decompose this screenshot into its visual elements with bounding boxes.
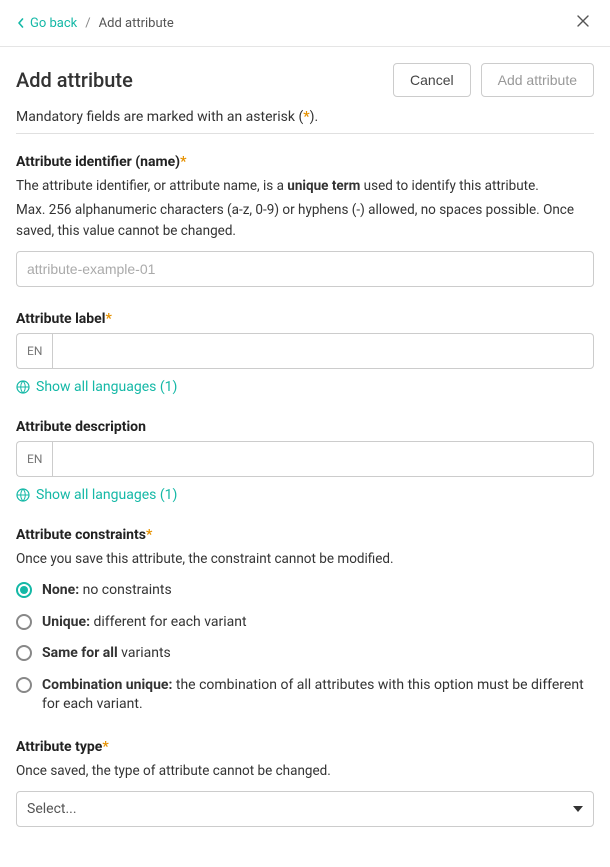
chevron-left-icon (16, 18, 26, 28)
asterisk-icon: * (146, 527, 152, 543)
mandatory-prefix: Mandatory fields are marked with an aste… (16, 109, 303, 125)
asterisk-icon: * (180, 154, 186, 170)
identifier-desc-suffix: used to identify this attribute. (360, 178, 539, 194)
close-icon (576, 14, 590, 28)
type-select[interactable]: Select... (16, 791, 594, 827)
mandatory-suffix: ). (310, 109, 319, 125)
label-show-all-text: Show all languages (1) (36, 379, 177, 395)
radio-label: Same for all variants (42, 644, 171, 664)
type-desc: Once saved, the type of attribute cannot… (16, 761, 594, 781)
identifier-desc: The attribute identifier, or attribute n… (16, 176, 594, 196)
type-section: Attribute type* Once saved, the type of … (16, 739, 594, 827)
button-row: Cancel Add attribute (393, 63, 594, 97)
constraints-label-text: Attribute constraints (16, 527, 146, 543)
description-show-all-languages[interactable]: Show all languages (1) (16, 487, 594, 503)
label-lang-badge: EN (16, 333, 52, 369)
content: Add attribute Cancel Add attribute Manda… (0, 47, 610, 867)
asterisk-icon: * (102, 739, 108, 755)
page-title: Add attribute (16, 68, 133, 92)
constraint-option-0[interactable]: None: no constraints (16, 581, 594, 601)
asterisk-icon: * (105, 311, 111, 327)
add-attribute-button[interactable]: Add attribute (481, 63, 594, 97)
label-section: Attribute label* EN Show all languages (… (16, 311, 594, 395)
description-lang-badge: EN (16, 441, 52, 477)
description-show-all-text: Show all languages (1) (36, 487, 177, 503)
identifier-input[interactable] (16, 251, 594, 287)
constraint-option-1[interactable]: Unique: different for each variant (16, 613, 594, 633)
identifier-desc2: Max. 256 alphanumeric characters (a-z, 0… (16, 200, 594, 241)
type-label: Attribute type* (16, 739, 594, 755)
breadcrumb: Go back / Add attribute (16, 16, 174, 31)
label-input[interactable] (52, 333, 594, 369)
identifier-section: Attribute identifier (name)* The attribu… (16, 154, 594, 287)
header-bar: Go back / Add attribute (0, 0, 610, 47)
radio-button[interactable] (16, 677, 32, 693)
type-select-placeholder: Select... (27, 801, 77, 817)
radio-label: None: no constraints (42, 581, 172, 601)
type-label-text: Attribute type (16, 739, 102, 755)
globe-icon (16, 380, 30, 394)
radio-button[interactable] (16, 582, 32, 598)
divider (16, 133, 594, 134)
cancel-button[interactable]: Cancel (393, 63, 471, 97)
label-show-all-languages[interactable]: Show all languages (1) (16, 379, 594, 395)
close-button[interactable] (572, 10, 594, 36)
description-input[interactable] (52, 441, 594, 477)
constraints-desc: Once you save this attribute, the constr… (16, 549, 594, 569)
mandatory-note: Mandatory fields are marked with an aste… (16, 109, 594, 125)
go-back-link[interactable]: Go back (16, 16, 77, 31)
label-label-text: Attribute label (16, 311, 105, 327)
chevron-down-icon (573, 806, 583, 812)
description-label: Attribute description (16, 419, 594, 435)
label-input-row: EN (16, 333, 594, 369)
constraint-option-3[interactable]: Combination unique: the combination of a… (16, 676, 594, 715)
description-input-row: EN (16, 441, 594, 477)
constraint-option-2[interactable]: Same for all variants (16, 644, 594, 664)
constraints-label: Attribute constraints* (16, 527, 594, 543)
description-section: Attribute description EN Show all langua… (16, 419, 594, 503)
label-label: Attribute label* (16, 311, 594, 327)
radio-label: Unique: different for each variant (42, 613, 247, 633)
globe-icon (16, 488, 30, 502)
title-row: Add attribute Cancel Add attribute (16, 63, 594, 97)
radio-button[interactable] (16, 614, 32, 630)
identifier-label: Attribute identifier (name)* (16, 154, 594, 170)
identifier-label-text: Attribute identifier (name) (16, 154, 180, 170)
breadcrumb-separator: / (85, 16, 90, 31)
breadcrumb-current: Add attribute (99, 16, 174, 31)
radio-label: Combination unique: the combination of a… (42, 676, 594, 715)
identifier-desc-prefix: The attribute identifier, or attribute n… (16, 178, 287, 194)
constraints-radio-group: None: no constraints Unique: different fo… (16, 581, 594, 715)
go-back-label: Go back (30, 16, 77, 31)
constraints-section: Attribute constraints* Once you save thi… (16, 527, 594, 715)
radio-button[interactable] (16, 645, 32, 661)
identifier-desc-bold: unique term (287, 178, 360, 194)
